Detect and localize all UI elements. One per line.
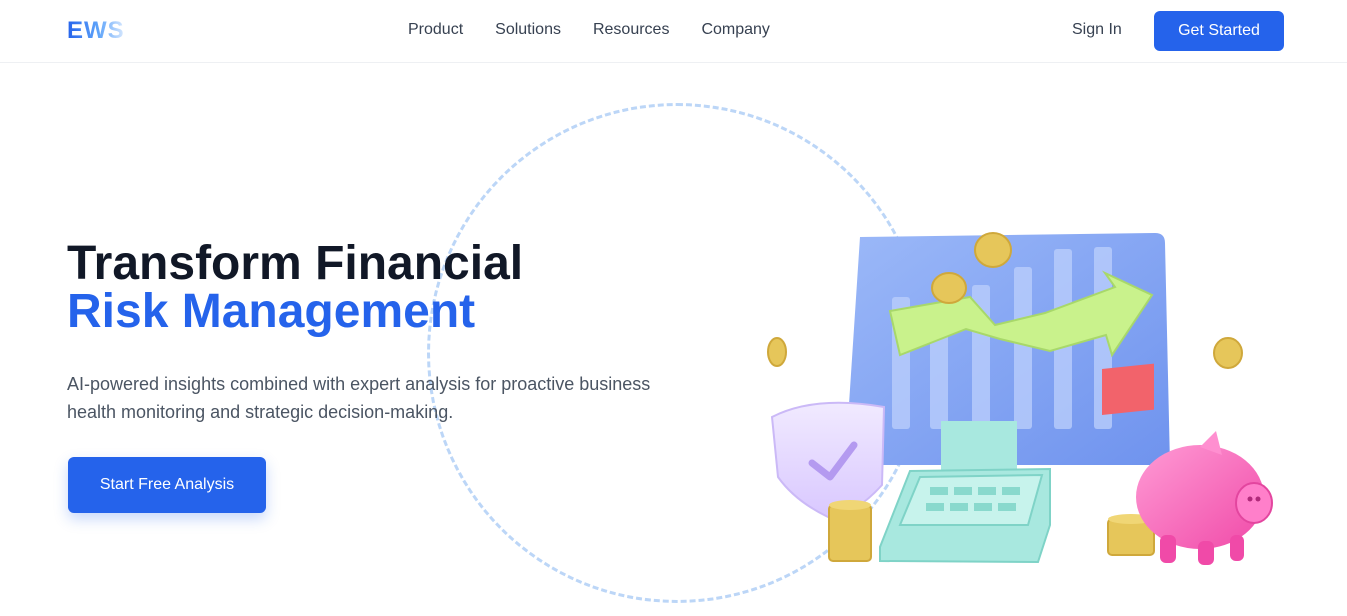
get-started-button[interactable]: Get Started <box>1154 11 1284 51</box>
hero-title-line1: Transform Financial <box>67 237 524 290</box>
finance-illustration <box>767 232 1273 565</box>
main-menu: Product Solutions Resources Company <box>408 21 770 39</box>
shield-check-icon <box>770 401 886 519</box>
nav-solutions[interactable]: Solutions <box>495 21 561 39</box>
hero-subtitle: AI-powered insights combined with expert… <box>67 374 651 422</box>
nav-company[interactable]: Company <box>701 21 769 39</box>
nav-resources[interactable]: Resources <box>593 21 669 39</box>
hero-title-line2: Risk Management <box>67 285 476 338</box>
brand-logo[interactable]: EWS <box>67 17 125 45</box>
top-navigation: EWS Product Solutions Resources Company … <box>0 0 1347 63</box>
nav-product[interactable]: Product <box>408 21 463 39</box>
start-free-analysis-button[interactable]: Start Free Analysis <box>68 457 266 513</box>
sign-in-link[interactable]: Sign In <box>1072 21 1122 39</box>
